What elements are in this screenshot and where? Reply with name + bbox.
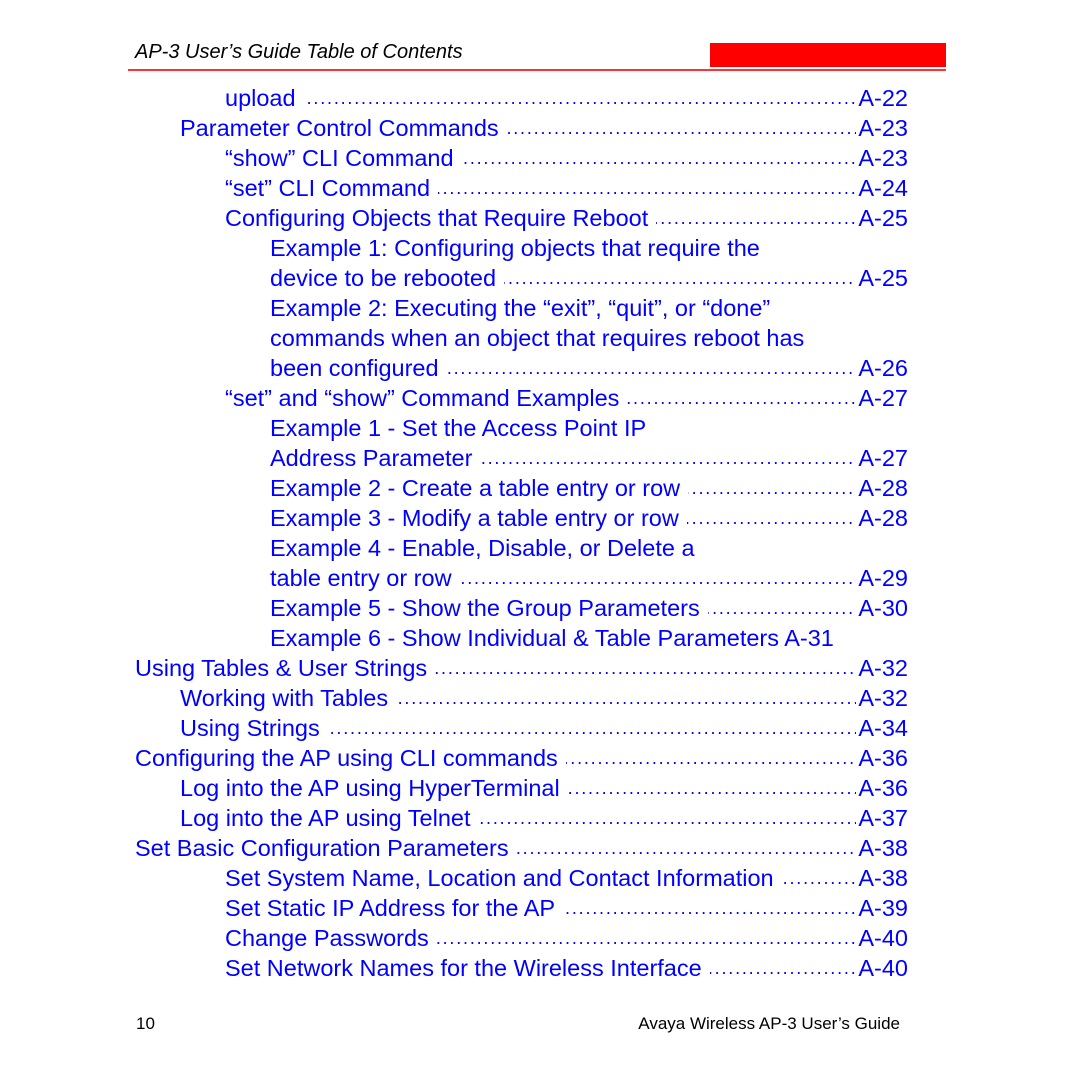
- toc-entry-page: A-37: [858, 805, 908, 831]
- toc-entry[interactable]: ........................................…: [225, 893, 908, 923]
- toc-dot-leader: ........................................…: [225, 88, 856, 108]
- running-header-title: AP-3 User’s Guide Table of Contents: [135, 41, 463, 63]
- header-accent-bar: [710, 43, 946, 67]
- toc-entry[interactable]: ........................................…: [225, 83, 908, 113]
- toc-entry-title: Using Strings: [180, 713, 328, 743]
- footer-title: Avaya Wireless AP-3 User’s Guide: [638, 1014, 900, 1033]
- toc-entry[interactable]: ........................................…: [135, 833, 908, 863]
- toc-entry-title: table entry or row: [270, 563, 460, 593]
- toc-entry-title: “set” CLI Command: [225, 173, 439, 203]
- toc-entry[interactable]: Example 2: Executing the “exit”, “quit”,…: [270, 293, 908, 323]
- toc-entry[interactable]: Example 6 - Show Individual & Table Para…: [270, 623, 908, 653]
- toc-entry-title: Parameter Control Commands: [180, 113, 507, 143]
- toc-entry-page: A-23: [858, 115, 908, 141]
- toc-entry-page: A-36: [858, 745, 908, 771]
- toc-entry[interactable]: ........................................…: [270, 353, 908, 383]
- toc-entry-title: Log into the AP using Telnet: [180, 803, 479, 833]
- toc-entry-title: Example 4 - Enable, Disable, or Delete a: [270, 533, 703, 563]
- toc-entry-page: A-27: [858, 385, 908, 411]
- toc-entry[interactable]: ........................................…: [225, 923, 908, 953]
- toc-entry[interactable]: ........................................…: [180, 773, 908, 803]
- toc-entry-title: Example 1 - Set the Access Point IP: [270, 413, 655, 443]
- toc-entry-page: A-32: [858, 655, 908, 681]
- toc-entry-title: Example 2 - Create a table entry or row: [270, 473, 689, 503]
- toc-entry[interactable]: ........................................…: [225, 953, 908, 983]
- toc-entry-title: Example 6 - Show Individual & Table Para…: [270, 623, 842, 653]
- toc-entry-title: “set” and “show” Command Examples: [225, 383, 628, 413]
- toc-entry-page: A-38: [858, 835, 908, 861]
- toc-entry[interactable]: commands when an object that requires re…: [270, 323, 908, 353]
- toc-entry-title: Address Parameter: [270, 443, 481, 473]
- toc-entry[interactable]: ........................................…: [180, 713, 908, 743]
- toc-entry-title: Example 5 - Show the Group Parameters: [270, 593, 708, 623]
- toc-entry-page: A-40: [858, 925, 908, 951]
- toc-entry-page: A-25: [858, 205, 908, 231]
- toc-entry[interactable]: ........................................…: [225, 173, 908, 203]
- toc-entry[interactable]: ........................................…: [225, 383, 908, 413]
- page-number: 10: [136, 1014, 155, 1033]
- toc-entry-title: Set System Name, Location and Contact In…: [225, 863, 782, 893]
- toc-entry-page: A-32: [858, 685, 908, 711]
- toc-entry[interactable]: ........................................…: [270, 563, 908, 593]
- toc-entry-title: Change Passwords: [225, 923, 437, 953]
- toc-entry[interactable]: ........................................…: [270, 443, 908, 473]
- toc-entry-title: Working with Tables: [180, 683, 397, 713]
- toc-entry[interactable]: Example 1 - Set the Access Point IP: [270, 413, 908, 443]
- toc-entry-page: A-40: [858, 955, 908, 981]
- toc-entry[interactable]: ........................................…: [135, 743, 908, 773]
- toc-entry[interactable]: ........................................…: [270, 263, 908, 293]
- toc-entry-title: Configuring Objects that Require Reboot: [225, 203, 657, 233]
- toc-entry-title: been configured: [270, 353, 447, 383]
- toc-entry-title: Example 1: Configuring objects that requ…: [270, 233, 768, 263]
- toc-entry-title: Set Basic Configuration Parameters: [135, 833, 517, 863]
- toc-entry-page: A-38: [858, 865, 908, 891]
- toc-entry-page: A-30: [858, 595, 908, 621]
- toc-entry[interactable]: ........................................…: [225, 143, 908, 173]
- toc-entry-title: Log into the AP using HyperTerminal: [180, 773, 568, 803]
- toc-entry-title: Configuring the AP using CLI commands: [135, 743, 566, 773]
- toc-entry-title: upload: [225, 83, 304, 113]
- toc-entry[interactable]: Example 4 - Enable, Disable, or Delete a: [270, 533, 908, 563]
- toc-entry-page: A-27: [858, 445, 908, 471]
- toc-entry-page: A-29: [858, 565, 908, 591]
- toc-entry-page: A-36: [858, 775, 908, 801]
- header-divider: [128, 69, 946, 71]
- toc-entry[interactable]: ........................................…: [135, 653, 908, 683]
- toc-entry-page: A-22: [858, 85, 908, 111]
- toc-entry-page: A-26: [858, 355, 908, 381]
- toc-entry-page: A-25: [858, 265, 908, 291]
- toc-entry-page: A-28: [858, 475, 908, 501]
- toc-entry-page: A-39: [858, 895, 908, 921]
- toc-entry[interactable]: ........................................…: [270, 473, 908, 503]
- toc-entry-title: Example 2: Executing the “exit”, “quit”,…: [270, 293, 779, 323]
- toc-entry-title: Example 3 - Modify a table entry or row: [270, 503, 687, 533]
- toc-entry-title: Set Network Names for the Wireless Inter…: [225, 953, 710, 983]
- toc-entry-page: A-24: [858, 175, 908, 201]
- toc-entry[interactable]: ........................................…: [180, 683, 908, 713]
- toc-entry[interactable]: ........................................…: [270, 593, 908, 623]
- toc-entry-title: “show” CLI Command: [225, 143, 462, 173]
- toc-entry[interactable]: ........................................…: [180, 803, 908, 833]
- toc-entry-page: A-34: [858, 715, 908, 741]
- toc-entry-page: A-23: [858, 145, 908, 171]
- toc-entry-title: Using Tables & User Strings: [135, 653, 436, 683]
- toc-entry[interactable]: ........................................…: [180, 113, 908, 143]
- toc-entry[interactable]: ........................................…: [225, 203, 908, 233]
- toc-entry-page: A-28: [858, 505, 908, 531]
- toc-entry[interactable]: ........................................…: [225, 863, 908, 893]
- toc-entry-title: commands when an object that requires re…: [270, 323, 813, 353]
- toc-entry-title: device to be rebooted: [270, 263, 505, 293]
- toc-entry-title: Set Static IP Address for the AP: [225, 893, 564, 923]
- toc-entry[interactable]: ........................................…: [270, 503, 908, 533]
- toc-entry[interactable]: Example 1: Configuring objects that requ…: [270, 233, 908, 263]
